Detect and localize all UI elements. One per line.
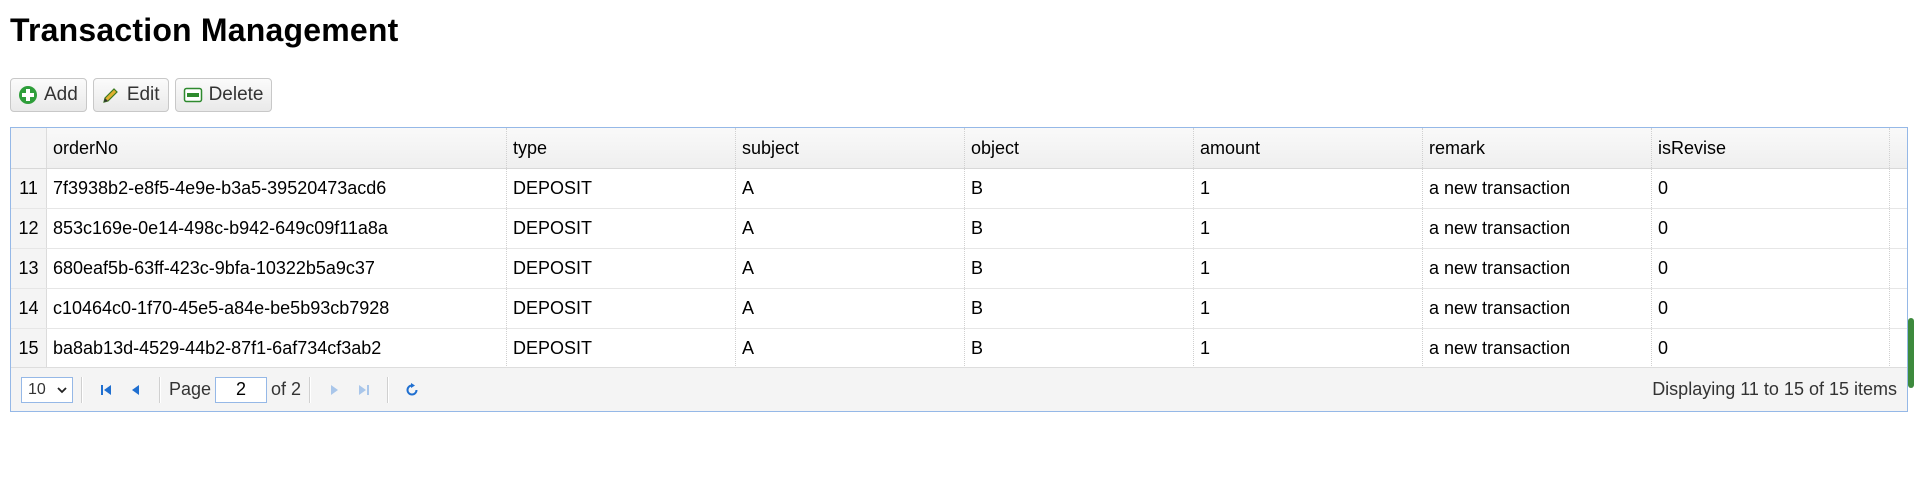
pager-separator [159, 376, 161, 403]
table-row[interactable]: 11 7f3938b2-e8f5-4e9e-b3a5-39520473acd6 … [11, 169, 1907, 209]
table-row[interactable]: 15 ba8ab13d-4529-44b2-87f1-6af734cf3ab2 … [11, 329, 1907, 369]
table-row[interactable]: 13 680eaf5b-63ff-423c-9bfa-10322b5a9c37 … [11, 249, 1907, 289]
pencil-icon [102, 88, 118, 103]
row-number: 12 [11, 209, 47, 248]
page-count-label: of 2 [271, 379, 302, 399]
column-header-orderno[interactable]: orderNo [47, 128, 507, 168]
last-page-icon [359, 384, 370, 395]
column-header-object[interactable]: object [965, 128, 1194, 168]
first-page-icon [101, 384, 111, 395]
cell-amount: 1 [1194, 169, 1423, 208]
cell-amount: 1 [1194, 249, 1423, 288]
cell-isrevise: 0 [1652, 209, 1890, 248]
cell-type: DEPOSIT [507, 169, 736, 208]
column-header-type[interactable]: type [507, 128, 736, 168]
cell-isrevise: 0 [1652, 289, 1890, 328]
cell-isrevise: 0 [1652, 249, 1890, 288]
grid-body: 11 7f3938b2-e8f5-4e9e-b3a5-39520473acd6 … [11, 169, 1907, 369]
page-number-input[interactable] [215, 376, 268, 403]
pager-separator [81, 376, 83, 403]
edit-button-label: Edit [126, 84, 160, 105]
cell-subject: A [736, 209, 965, 248]
page-label: Page [169, 379, 212, 399]
page-size-value: 10 [28, 380, 46, 398]
cell-remark: a new transaction [1423, 249, 1652, 288]
cell-subject: A [736, 249, 965, 288]
row-filler [1890, 329, 1907, 368]
page-scrollbar-thumb[interactable] [1908, 318, 1914, 388]
cell-amount: 1 [1194, 289, 1423, 328]
cell-type: DEPOSIT [507, 249, 736, 288]
column-header-isrevise[interactable]: isRevise [1652, 128, 1890, 168]
cell-object: B [965, 329, 1194, 368]
row-filler [1890, 169, 1907, 208]
cell-type: DEPOSIT [507, 209, 736, 248]
row-filler [1890, 209, 1907, 248]
grid-header: orderNo type subject object amount remar… [11, 128, 1907, 169]
refresh-button[interactable] [397, 376, 427, 404]
table-row[interactable]: 14 c10464c0-1f70-45e5-a84e-be5b93cb7928 … [11, 289, 1907, 329]
next-page-icon [331, 384, 339, 395]
chevron-down-icon [57, 386, 67, 393]
prev-page-icon [132, 384, 139, 395]
next-page-button[interactable] [319, 376, 349, 404]
add-button[interactable]: Add [10, 78, 87, 112]
add-button-label: Add [44, 84, 78, 105]
table-row[interactable]: 12 853c169e-0e14-498c-b942-649c09f11a8a … [11, 209, 1907, 249]
row-filler [1890, 249, 1907, 288]
cell-isrevise: 0 [1652, 329, 1890, 368]
cell-type: DEPOSIT [507, 289, 736, 328]
prev-page-button[interactable] [121, 376, 151, 404]
pager-info: Displaying 11 to 15 of 15 items [1652, 379, 1897, 399]
column-header-amount[interactable]: amount [1194, 128, 1423, 168]
delete-button-label: Delete [208, 84, 264, 105]
cell-orderno: 680eaf5b-63ff-423c-9bfa-10322b5a9c37 [47, 249, 507, 288]
refresh-icon [406, 382, 418, 395]
cell-object: B [965, 249, 1194, 288]
cell-subject: A [736, 169, 965, 208]
cell-subject: A [736, 329, 965, 368]
plus-circle-icon [19, 86, 37, 104]
cell-orderno: 7f3938b2-e8f5-4e9e-b3a5-39520473acd6 [47, 169, 507, 208]
page-title: Transaction Management [10, 12, 399, 48]
cell-object: B [965, 289, 1194, 328]
header-filler [1890, 128, 1907, 168]
cell-object: B [965, 209, 1194, 248]
row-number-header [11, 128, 47, 168]
cell-orderno: c10464c0-1f70-45e5-a84e-be5b93cb7928 [47, 289, 507, 328]
column-header-remark[interactable]: remark [1423, 128, 1652, 168]
last-page-button[interactable] [349, 376, 379, 404]
row-number: 11 [11, 169, 47, 208]
row-number: 15 [11, 329, 47, 368]
cell-remark: a new transaction [1423, 289, 1652, 328]
toolbar: Add Edit Delete [10, 78, 273, 112]
cell-remark: a new transaction [1423, 209, 1652, 248]
cell-orderno: ba8ab13d-4529-44b2-87f1-6af734cf3ab2 [47, 329, 507, 368]
cell-orderno: 853c169e-0e14-498c-b942-649c09f11a8a [47, 209, 507, 248]
cell-isrevise: 0 [1652, 169, 1890, 208]
cell-amount: 1 [1194, 329, 1423, 368]
cell-remark: a new transaction [1423, 169, 1652, 208]
cell-subject: A [736, 289, 965, 328]
cell-type: DEPOSIT [507, 329, 736, 368]
cell-object: B [965, 169, 1194, 208]
row-filler [1890, 289, 1907, 328]
edit-button[interactable]: Edit [92, 78, 169, 112]
first-page-button[interactable] [91, 376, 121, 404]
cell-remark: a new transaction [1423, 329, 1652, 368]
pager-separator [309, 376, 312, 403]
row-number: 14 [11, 289, 47, 328]
transaction-grid: orderNo type subject object amount remar… [10, 127, 1908, 412]
pager-separator [387, 376, 390, 403]
cell-amount: 1 [1194, 209, 1423, 248]
column-header-subject[interactable]: subject [736, 128, 965, 168]
delete-button[interactable]: Delete [174, 78, 273, 112]
page-size-select[interactable]: 10 [21, 376, 73, 403]
pagination-bar: 10 Page of 2 [11, 367, 1907, 411]
minus-box-icon [183, 87, 202, 103]
row-number: 13 [11, 249, 47, 288]
